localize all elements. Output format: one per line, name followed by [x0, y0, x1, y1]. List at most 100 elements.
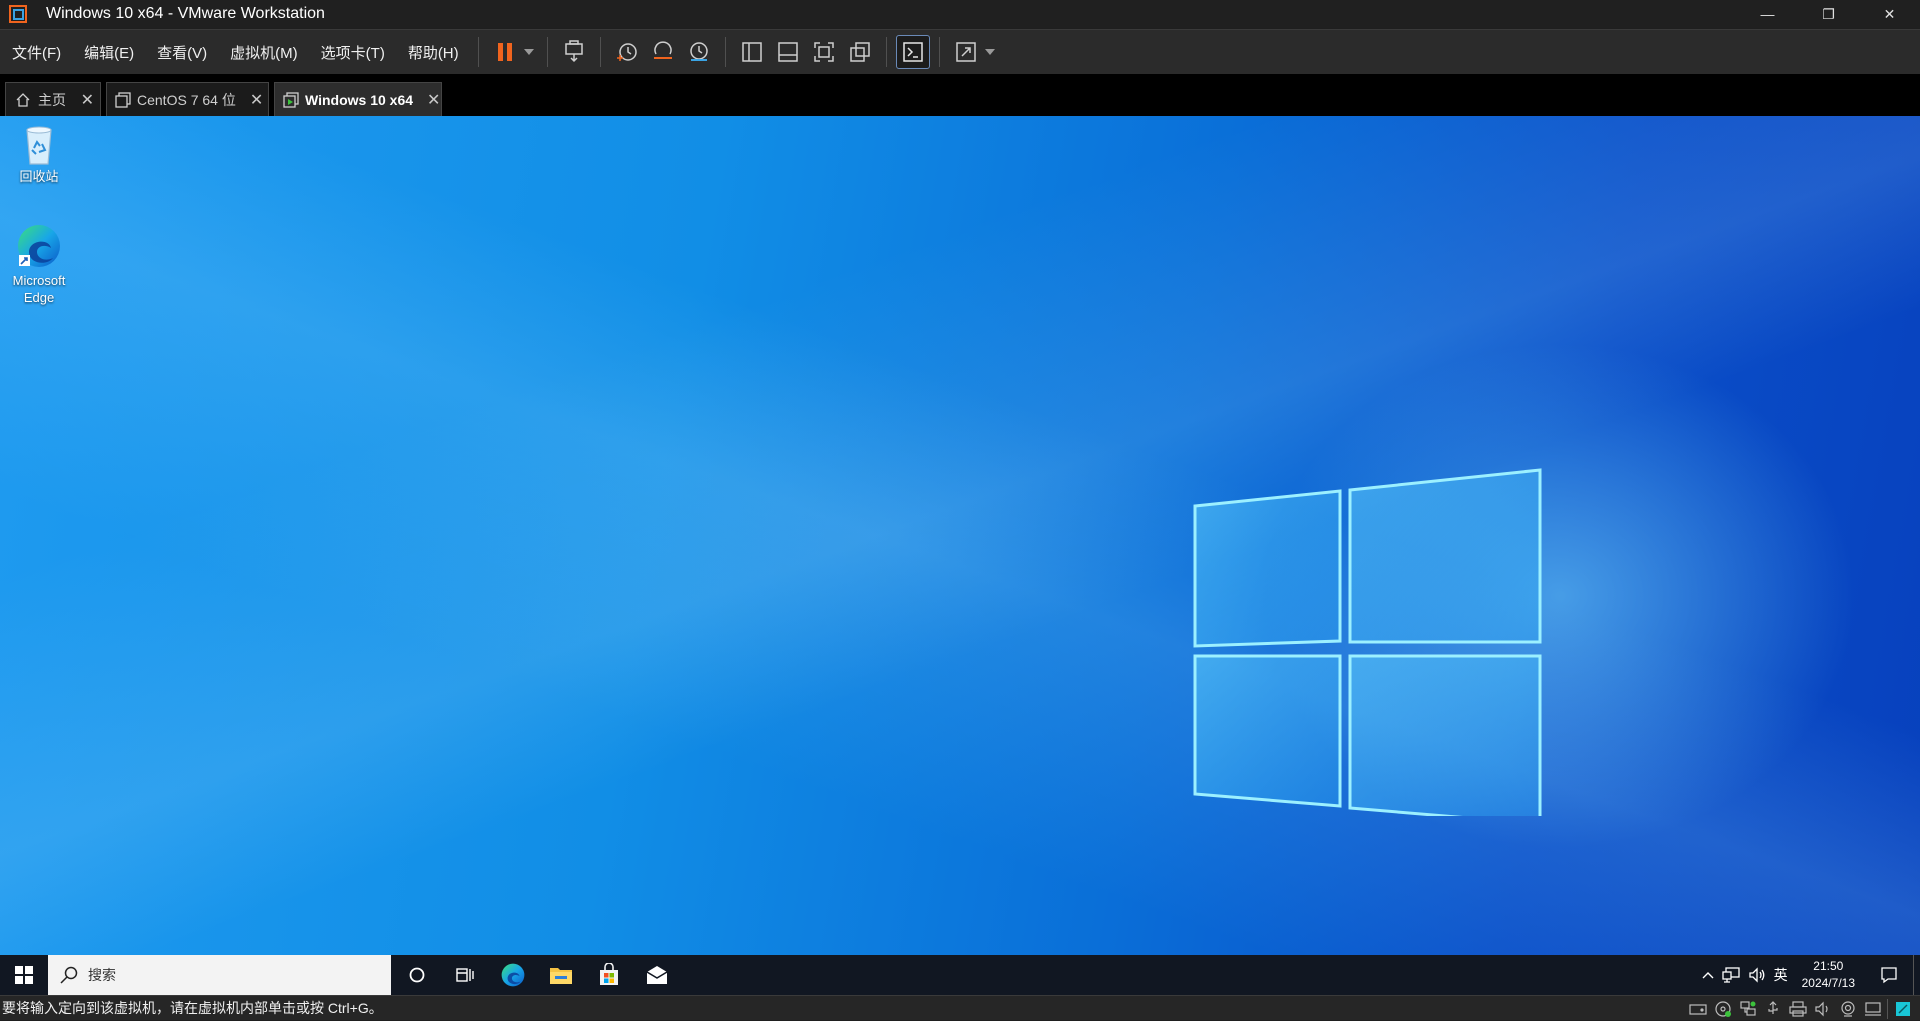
close-tab-icon[interactable]: ✕: [236, 90, 263, 110]
speaker-icon: [1748, 967, 1765, 983]
mail-icon: [646, 966, 668, 984]
menu-file[interactable]: 文件(F): [0, 30, 72, 74]
window-title: Windows 10 x64 - VMware Workstation: [46, 5, 325, 22]
menu-tabs[interactable]: 选项卡(T): [309, 30, 396, 74]
toolbar-separator: [938, 37, 940, 67]
unity-button[interactable]: [844, 36, 876, 68]
cortana-icon: [409, 967, 425, 983]
messages-status-icon[interactable]: [1887, 998, 1914, 1019]
input-method-indicator[interactable]: 英: [1770, 955, 1792, 995]
windows-logo-wallpaper: [1193, 468, 1542, 816]
edge-icon: [501, 963, 525, 987]
taskbar-clock[interactable]: 21:50 2024/7/13: [1792, 958, 1865, 992]
vm-console[interactable]: 回收站 Microsoft Edge: [0, 116, 1920, 955]
action-center-button[interactable]: [1865, 955, 1913, 995]
toolbar-separator: [477, 37, 479, 67]
restore-button[interactable]: ❐: [1798, 0, 1859, 28]
vmware-logo-icon[interactable]: [8, 4, 28, 24]
status-bar: 要将输入定向到该虚拟机，请在虚拟机内部单击或按 Ctrl+G。: [0, 995, 1920, 1020]
menu-edit[interactable]: 编辑(E): [72, 30, 145, 74]
printer-status-icon[interactable]: [1787, 999, 1809, 1019]
volume-button[interactable]: [1744, 955, 1770, 995]
taskbar-search-box[interactable]: 搜索: [48, 955, 391, 995]
snapshot-icon: [616, 43, 637, 61]
desktop-icon-recycle-bin[interactable]: 回收站: [0, 122, 78, 185]
network-adapter-status-icon[interactable]: [1737, 999, 1759, 1019]
menu-help[interactable]: 帮助(H): [396, 30, 470, 74]
file-explorer-icon: [550, 968, 572, 984]
microsoft-store-icon: [600, 963, 618, 985]
pause-dropdown[interactable]: [523, 36, 535, 68]
network-button[interactable]: [1718, 955, 1744, 995]
hard-disk-status-icon[interactable]: [1687, 999, 1709, 1019]
stretch-guest-icon: [955, 42, 976, 62]
usb-status-icon[interactable]: [1762, 999, 1784, 1019]
camera-status-icon[interactable]: [1837, 999, 1859, 1019]
unity-icon: [849, 42, 870, 62]
tab-label: CentOS 7 64 位: [137, 91, 236, 108]
toolbar-separator: [599, 37, 601, 67]
full-screen-icon: [813, 42, 834, 62]
stretch-guest-button[interactable]: [950, 36, 982, 68]
edge-icon: [0, 222, 78, 270]
task-view-button[interactable]: [441, 955, 489, 995]
tab-windows-10[interactable]: Windows 10 x64 ✕: [274, 82, 442, 116]
task-view-icon: [456, 968, 474, 982]
revert-snapshot-button[interactable]: [647, 36, 679, 68]
minimize-button[interactable]: —: [1737, 0, 1798, 28]
snapshot-manager-icon: [689, 42, 708, 61]
full-screen-button[interactable]: [808, 36, 840, 68]
cd-dvd-status-icon[interactable]: [1712, 999, 1734, 1019]
close-tab-icon[interactable]: ✕: [67, 90, 94, 110]
take-snapshot-button[interactable]: [611, 36, 643, 68]
stretch-dropdown[interactable]: [984, 36, 996, 68]
toolbar-separator: [885, 37, 887, 67]
title-bar: Windows 10 x64 - VMware Workstation — ❐ …: [0, 0, 1920, 28]
sound-card-status-icon[interactable]: [1812, 999, 1834, 1019]
guest-taskbar: 搜索 英 21:50 2024/7/13: [0, 955, 1920, 995]
toolbar-separator: [546, 37, 548, 67]
menu-vm[interactable]: 虚拟机(M): [218, 30, 309, 74]
console-view-button[interactable]: [895, 35, 930, 69]
desktop-icon-label: 回收站: [19, 169, 59, 184]
start-button[interactable]: [0, 955, 48, 995]
send-ctrl-alt-del-button[interactable]: [558, 36, 590, 68]
menu-view[interactable]: 查看(V): [145, 30, 218, 74]
tab-home[interactable]: 主页 ✕: [5, 82, 101, 116]
show-hidden-icons-button[interactable]: [1698, 955, 1718, 995]
tab-centos[interactable]: CentOS 7 64 位 ✕: [106, 82, 269, 116]
console-view-icon: [902, 42, 923, 62]
search-icon: [60, 966, 78, 984]
status-message: 要将输入定向到该虚拟机，请在虚拟机内部单击或按 Ctrl+G。: [2, 1000, 383, 1016]
desktop-icon-label: Microsoft Edge: [12, 273, 66, 305]
system-tray: 英 21:50 2024/7/13: [1698, 955, 1920, 995]
pause-icon: [497, 43, 512, 61]
home-icon: [14, 91, 32, 109]
windows-start-icon: [15, 966, 33, 984]
tab-label: Windows 10 x64: [305, 91, 414, 108]
display-status-icon[interactable]: [1862, 999, 1884, 1019]
caret-down-icon: [984, 49, 995, 55]
notification-icon: [1881, 967, 1897, 984]
clock-time: 21:50: [1813, 959, 1844, 973]
close-tab-icon[interactable]: ✕: [413, 90, 440, 110]
show-library-icon: [741, 42, 762, 62]
thumbnail-bar-button[interactable]: [772, 36, 804, 68]
revert-snapshot-icon: [653, 41, 672, 59]
snapshot-manager-button[interactable]: [683, 36, 715, 68]
window-controls: — ❐ ✕: [1737, 0, 1920, 28]
taskbar-mail-button[interactable]: [633, 955, 681, 995]
device-status-icons: [1684, 996, 1914, 1021]
clock-date: 2024/7/13: [1801, 976, 1855, 990]
close-button[interactable]: ✕: [1859, 0, 1920, 28]
cortana-button[interactable]: [393, 955, 441, 995]
tab-bar: 主页 ✕ CentOS 7 64 位 ✕ Windows 10 x64 ✕: [0, 74, 1920, 116]
show-desktop-button[interactable]: [1913, 955, 1920, 995]
taskbar-edge-button[interactable]: [489, 955, 537, 995]
vm-icon: [115, 91, 131, 109]
desktop-icon-edge[interactable]: Microsoft Edge: [0, 222, 78, 306]
taskbar-store-button[interactable]: [585, 955, 633, 995]
show-library-button[interactable]: [736, 36, 768, 68]
taskbar-file-explorer-button[interactable]: [537, 955, 585, 995]
pause-button[interactable]: [489, 36, 521, 68]
